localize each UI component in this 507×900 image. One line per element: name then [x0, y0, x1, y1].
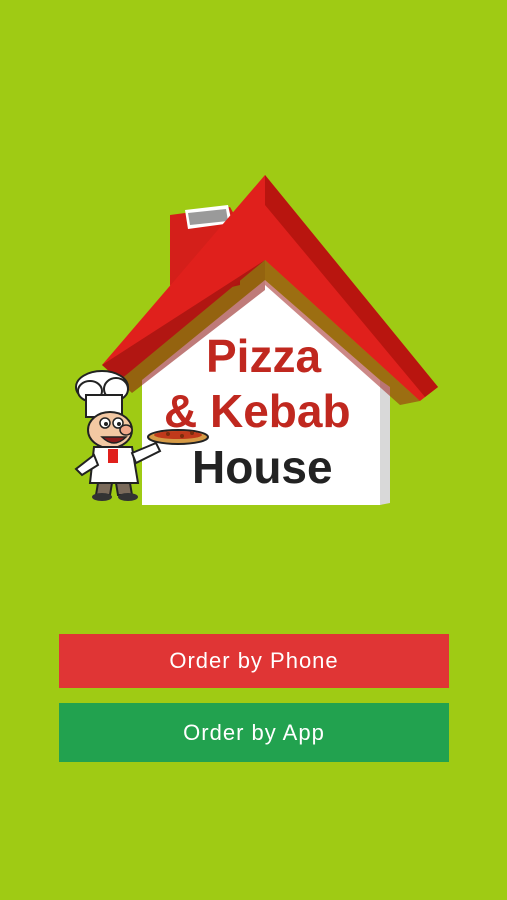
logo-line-pizza: Pizza [206, 330, 321, 382]
restaurant-logo: Pizza & Kebab House [60, 165, 450, 510]
logo-line-kebab: & Kebab [164, 385, 351, 437]
logo-line-house: House [192, 441, 333, 493]
order-by-phone-button[interactable]: Order by Phone [59, 634, 449, 688]
order-by-app-button[interactable]: Order by App [59, 703, 449, 762]
